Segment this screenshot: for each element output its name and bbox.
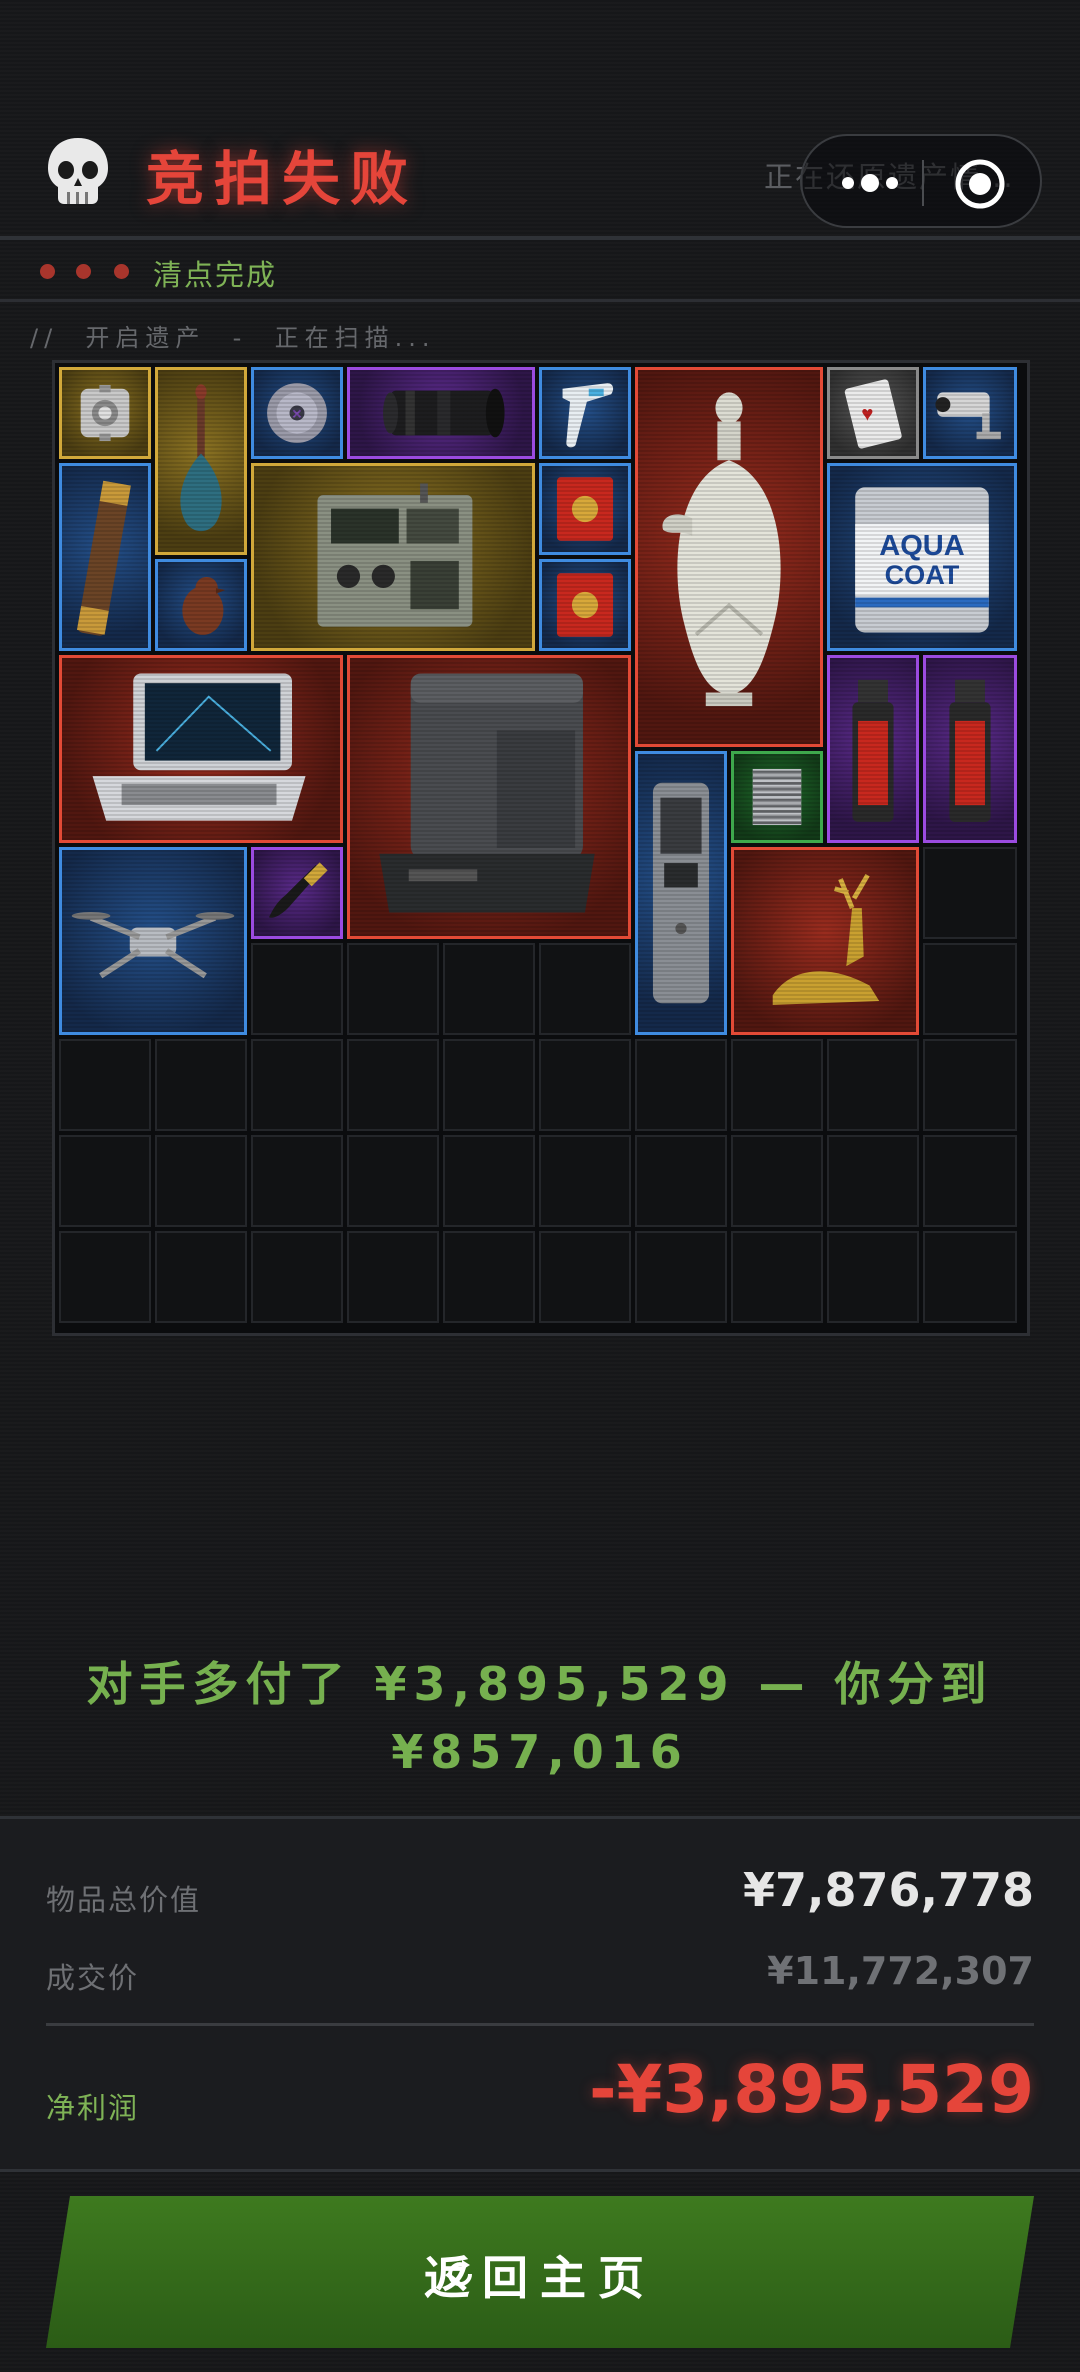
inventory-slot: [155, 1039, 247, 1131]
miniprogram-capsule: [800, 134, 1042, 228]
svg-text:✕: ✕: [292, 407, 303, 422]
item-ornate-dagger[interactable]: [251, 847, 343, 939]
inventory-slot: [251, 1135, 343, 1227]
skull-icon: [48, 138, 108, 204]
paint-brand-text-1: AQUA: [879, 530, 965, 562]
item-drone[interactable]: [59, 847, 247, 1035]
inventory-slot: [347, 1039, 439, 1131]
scan-status-text: // 开启遗产 - 正在扫描...: [30, 324, 436, 352]
item-red-tea-tin[interactable]: [539, 559, 631, 651]
item-camera-lens[interactable]: [347, 367, 535, 459]
inventory-slot: [347, 1231, 439, 1323]
page-title: 竞拍失败: [146, 145, 419, 213]
item-glass-decanter[interactable]: [155, 367, 247, 555]
inventory-slot: [251, 1039, 343, 1131]
item-red-tea-tin[interactable]: [539, 463, 631, 555]
target-circle-icon[interactable]: [954, 158, 1006, 210]
inventory-slot: [635, 1231, 727, 1323]
item-ir-thermometer[interactable]: [539, 367, 631, 459]
inventory-slot: [251, 1231, 343, 1323]
total-value: ¥7,876,778: [742, 1863, 1034, 1917]
count-done-text: 清点完成: [153, 258, 278, 292]
return-home-button[interactable]: 返回主页: [46, 2196, 1034, 2348]
item-playing-card[interactable]: ♥: [827, 367, 919, 459]
inventory-slot: [827, 1135, 919, 1227]
inventory-grid: ✕ ♥ AQUA COAT: [52, 360, 1030, 1336]
inventory-slot: [827, 1231, 919, 1323]
net-profit-label: 净利润: [46, 2091, 140, 2125]
item-security-camera[interactable]: [923, 367, 1017, 459]
item-robot-vacuum-station[interactable]: [347, 655, 631, 939]
status-dot: [114, 264, 129, 279]
inventory-slot: [539, 1135, 631, 1227]
price-summary: 物品总价值 ¥7,876,778 成交价 ¥11,772,307 净利润 -¥3…: [0, 1816, 1080, 2172]
inventory-slot: [635, 1039, 727, 1131]
result-header: 竞拍失败 正在还原遗产情...: [0, 110, 1080, 240]
inventory-slot: [347, 1135, 439, 1227]
inventory-slot: [59, 1231, 151, 1323]
capsule-divider: [922, 160, 924, 206]
item-rugged-laptop[interactable]: [59, 655, 343, 843]
deal-price: ¥11,772,307: [767, 1949, 1034, 1993]
inventory-slot: [347, 943, 439, 1035]
item-power-bank[interactable]: [635, 751, 727, 1035]
item-military-radio[interactable]: [251, 463, 535, 651]
inventory-slot: [443, 1231, 535, 1323]
status-bar: 清点完成: [0, 244, 1080, 302]
inventory-slot: [443, 1135, 535, 1227]
total-value-label: 物品总价值: [46, 1883, 202, 1917]
net-profit: -¥3,895,529: [589, 2051, 1034, 2128]
inventory-slot: [155, 1231, 247, 1323]
item-golden-deer[interactable]: [731, 847, 919, 1035]
result-message-line-2: ¥857,016: [391, 1725, 689, 1779]
status-dot: [40, 264, 55, 279]
svg-text:♥: ♥: [861, 402, 873, 425]
item-brass-telescope[interactable]: [59, 463, 151, 651]
inventory-slot: [443, 943, 535, 1035]
inventory-slot: [443, 1039, 535, 1131]
inventory-slot: [923, 1135, 1017, 1227]
item-gas-canister[interactable]: [827, 655, 919, 843]
inventory-slot: [923, 1039, 1017, 1131]
inventory-slot: [635, 1135, 727, 1227]
inventory-slot: [539, 1231, 631, 1323]
inventory-slot: [731, 1135, 823, 1227]
inventory-slot: [59, 1135, 151, 1227]
inventory-slot: [731, 1039, 823, 1131]
item-cd-disc[interactable]: ✕: [251, 367, 343, 459]
deal-price-label: 成交价: [46, 1961, 140, 1995]
item-cpu-cooler[interactable]: [731, 751, 823, 843]
status-dot: [76, 264, 91, 279]
inventory-slot: [539, 943, 631, 1035]
inventory-slot: [923, 1231, 1017, 1323]
inventory-slot: [827, 1039, 919, 1131]
inventory-slot: [731, 1231, 823, 1323]
return-home-label: 返回主页: [424, 2251, 656, 2305]
paint-brand-text-2: COAT: [885, 559, 960, 590]
summary-divider: [46, 2023, 1034, 2026]
result-message-line-1: 对手多付了 ¥3,895,529 — 你分到: [86, 1657, 994, 1711]
inventory-slot: [251, 943, 343, 1035]
more-dots-icon[interactable]: [834, 166, 914, 200]
inventory-slot: [923, 943, 1017, 1035]
inventory-slot: [923, 847, 1017, 939]
inventory-slot: [155, 1135, 247, 1227]
item-celadon-ewer[interactable]: [635, 367, 823, 747]
inventory-slot: [539, 1039, 631, 1131]
result-message: 对手多付了 ¥3,895,529 — 你分到 ¥857,016: [60, 1650, 1020, 1786]
item-wooden-bird[interactable]: [155, 559, 247, 651]
item-paint-bucket[interactable]: AQUA COAT: [827, 463, 1017, 651]
item-companion-cube[interactable]: [59, 367, 151, 459]
inventory-slot: [59, 1039, 151, 1131]
item-gas-canister[interactable]: [923, 655, 1017, 843]
